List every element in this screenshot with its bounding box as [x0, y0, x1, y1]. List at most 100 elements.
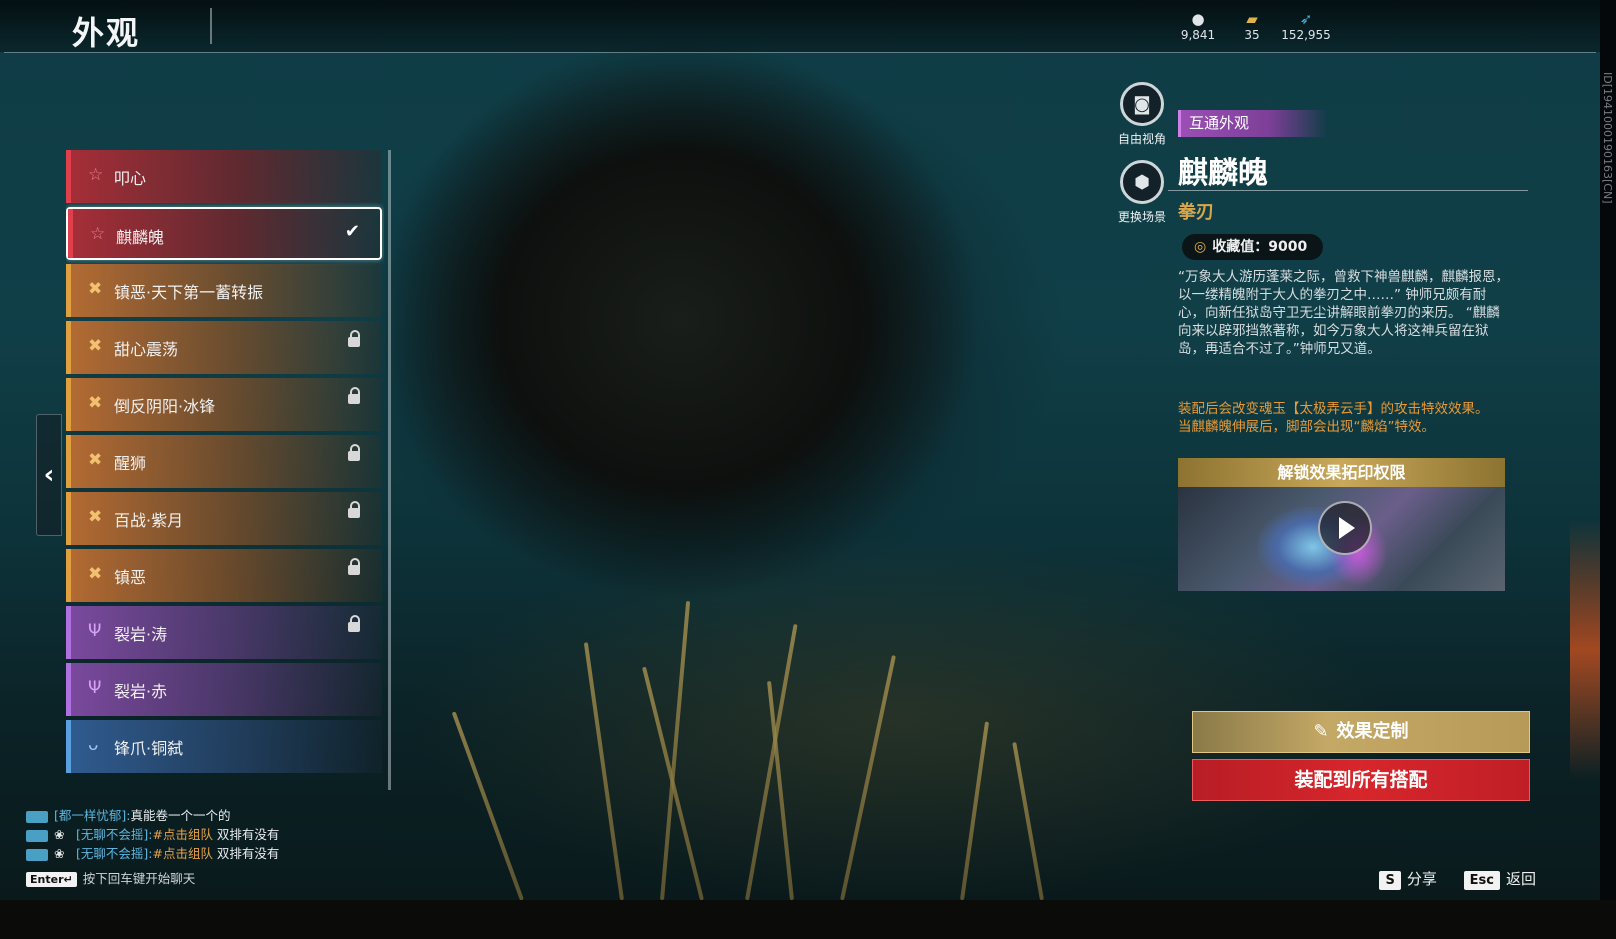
ticket-icon: ▰ — [1246, 10, 1258, 28]
equip-all-button[interactable]: 装配到所有搭配 — [1192, 759, 1530, 801]
skin-item[interactable]: ✖ 醒狮 — [66, 435, 382, 488]
top-divider — [4, 52, 1596, 53]
collapse-panel-button[interactable]: ‹ — [36, 414, 62, 536]
star-icon: ☆ — [88, 165, 104, 185]
currency-value: 9,841 — [1180, 28, 1216, 42]
skin-item-selected[interactable]: ☆ 麒麟魄 ✔ — [66, 207, 382, 260]
page-title: 外观 — [72, 14, 141, 52]
rarity-bar — [66, 321, 71, 374]
currency-value: 35 — [1244, 28, 1260, 42]
chat-box[interactable]: [都一样忧郁]:真能卷一个一个的 ❀ [无聊不会摇]:#点击组队 双排有没有 ❀[… — [26, 806, 279, 863]
currency-value: 152,955 — [1281, 28, 1331, 42]
lock-icon — [348, 501, 360, 518]
lock-icon — [348, 558, 360, 575]
free-view-label: 自由视角 — [1117, 132, 1166, 146]
skin-item-label: 麒麟魄 — [116, 228, 165, 247]
skin-item-label: 镇恶·天下第一蓄转振 — [114, 283, 264, 302]
rarity-bar — [66, 492, 71, 545]
chat-team-link[interactable]: #点击组队 — [152, 827, 212, 842]
name-divider — [1168, 190, 1528, 191]
rarity-bar — [68, 209, 73, 258]
cube-icon: ⬢ — [1120, 160, 1164, 204]
skin-item[interactable]: ✖ 甜心震荡 — [66, 321, 382, 374]
list-scrollbar[interactable] — [388, 150, 391, 790]
lotus-icon: ❀ — [54, 827, 65, 842]
share-key: S — [1379, 871, 1401, 890]
rarity-bar — [66, 264, 71, 317]
chat-text: 真能卷一个一个的 — [130, 808, 231, 823]
channel-icon — [26, 829, 48, 842]
skin-list: ☆ 叩心 ☆ 麒麟魄 ✔ ✖ 镇恶·天下第一蓄转振 ✖ 甜心震荡 ✖ 倒反阴阳·… — [66, 150, 384, 792]
skin-item-label: 百战·紫月 — [114, 511, 184, 530]
skin-item[interactable]: ✖ 镇恶·天下第一蓄转振 — [66, 264, 382, 317]
effect-line: 装配后会改变魂玉【太极弄云手】的攻击特效效果。 — [1178, 401, 1489, 417]
wing-icon: ᴗ — [88, 735, 99, 755]
collect-value-badge: ◎ 收藏值：9000 — [1182, 234, 1324, 260]
weapon-type: 拳刃 — [1178, 202, 1214, 223]
currency-ticket: ▰ 35 — [1222, 10, 1282, 42]
cross-icon: ✖ — [88, 393, 103, 413]
customize-label: 效果定制 — [1336, 721, 1409, 742]
skin-item-label: 裂岩·涛 — [114, 625, 168, 644]
chat-sender: [无聊不会摇]: — [76, 846, 153, 861]
chat-message: [都一样忧郁]:真能卷一个一个的 — [26, 806, 279, 825]
enter-key: Enter↵ — [26, 872, 77, 887]
cross-icon: ✖ — [88, 279, 103, 299]
wand-icon: ✎ — [1313, 721, 1329, 742]
change-scene-label: 更换场景 — [1117, 210, 1166, 224]
chat-sender: [都一样忧郁]: — [54, 808, 131, 823]
lock-icon — [348, 444, 360, 461]
skin-item-label: 镇恶 — [114, 568, 147, 587]
free-view-button[interactable]: ◙ 自由视角 — [1102, 82, 1182, 147]
change-scene-button[interactable]: ⬢ 更换场景 — [1102, 160, 1182, 225]
rarity-bar — [66, 150, 71, 203]
share-hint[interactable]: S 分享 — [1379, 870, 1458, 890]
skin-description: “万象大人游历蓬莱之际，曾救下神兽麒麟，麒麟报恩，以一缕精魄附于大人的拳刃之中…… — [1178, 269, 1509, 357]
equip-all-label: 装配到所有搭配 — [1294, 769, 1428, 791]
share-label: 分享 — [1406, 870, 1437, 888]
skin-item[interactable]: ☆ 叩心 — [66, 150, 382, 203]
enter-hint-text: 按下回车键开始聊天 — [82, 871, 196, 886]
back-label: 返回 — [1505, 870, 1536, 888]
play-icon[interactable] — [1318, 501, 1372, 555]
rarity-bar — [66, 606, 71, 659]
customize-effect-button[interactable]: ✎ 效果定制 — [1192, 711, 1530, 753]
ambient-glow — [1570, 520, 1600, 780]
title-separator — [210, 8, 212, 44]
unlock-effect-banner: 解锁效果拓印权限 — [1178, 458, 1505, 487]
skin-item-label: 裂岩·赤 — [114, 682, 168, 701]
skin-item-label: 甜心震荡 — [114, 340, 179, 359]
back-hint[interactable]: Esc 返回 — [1463, 870, 1536, 890]
skin-item-label: 锋爪·铜弑 — [114, 739, 184, 758]
chat-team-link[interactable]: #点击组队 — [152, 846, 212, 861]
cross-icon: ✖ — [88, 507, 103, 527]
feather-icon: ➶ — [1299, 10, 1313, 28]
effect-preview-video[interactable] — [1178, 487, 1505, 591]
skin-item[interactable]: Ψ 裂岩·赤 — [66, 663, 382, 716]
skin-item[interactable]: ᴗ 锋爪·铜弑 — [66, 720, 382, 773]
orb-icon: ● — [1191, 10, 1205, 28]
bottom-letterbox — [0, 900, 1616, 939]
skin-item-label: 叩心 — [114, 169, 147, 188]
rarity-bar — [66, 378, 71, 431]
collect-value: 收藏值：9000 — [1212, 239, 1308, 255]
skin-item[interactable]: ✖ 镇恶 — [66, 549, 382, 602]
skin-name: 麒麟魄 — [1178, 156, 1268, 191]
skin-item-label: 醒狮 — [114, 454, 147, 473]
skin-item[interactable]: Ψ 裂岩·涛 — [66, 606, 382, 659]
chat-text: 双排有没有 — [212, 846, 280, 861]
rarity-bar — [66, 435, 71, 488]
lock-icon — [348, 387, 360, 404]
coin-icon: ◎ — [1194, 239, 1207, 255]
skin-item[interactable]: ✖ 倒反阴阳·冰锋 — [66, 378, 382, 431]
grass-blade — [1012, 742, 1044, 900]
skin-item[interactable]: ✖ 百战·紫月 — [66, 492, 382, 545]
lotus-icon: ❀ — [54, 846, 65, 861]
rarity-bar — [66, 549, 71, 602]
back-key: Esc — [1463, 871, 1500, 890]
character-boot-model — [380, 20, 1020, 620]
chat-message: ❀ [无聊不会摇]:#点击组队 双排有没有 — [26, 825, 279, 844]
chevron-left-icon: ‹ — [43, 460, 55, 490]
chat-message: ❀ [无聊不会摇]:#点击组队 双排有没有 — [26, 844, 279, 863]
chat-sender: [无聊不会摇]: — [76, 827, 153, 842]
